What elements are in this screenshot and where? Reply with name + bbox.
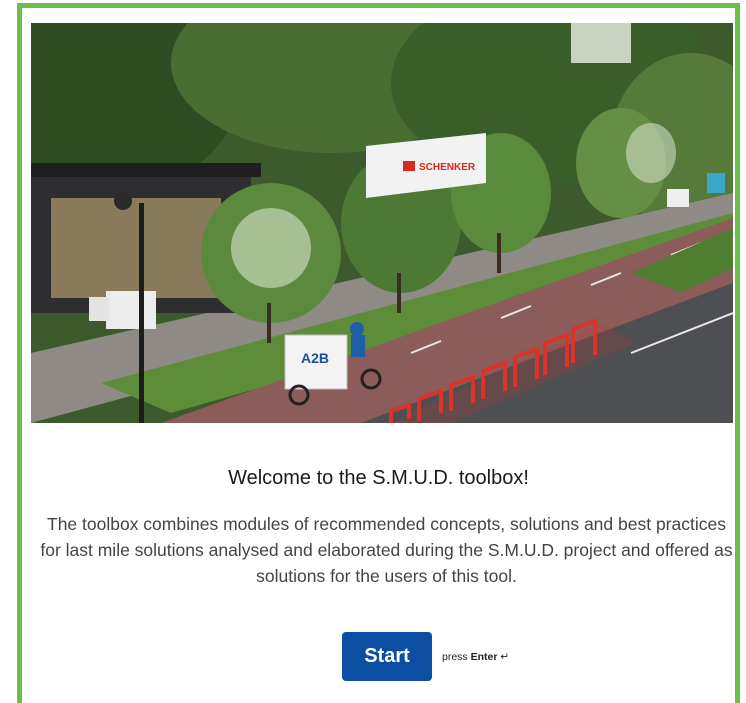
truck-logo-text: SCHENKER: [419, 162, 476, 173]
welcome-description: The toolbox combines modules of recommen…: [40, 514, 733, 586]
hint-prefix: press: [442, 651, 468, 663]
toolbox-welcome-frame: SCHENKER A2B Welcome to the S.M.U.D. too…: [17, 3, 740, 703]
start-button[interactable]: Start: [342, 632, 432, 681]
welcome-title: Welcome to the S.M.U.D. toolbox!: [228, 467, 529, 489]
keyboard-hint: press Enter ↵: [442, 651, 509, 663]
hero-image-cargo-bikes: SCHENKER A2B: [31, 23, 733, 423]
hint-key: Enter: [470, 651, 498, 663]
enter-key-icon: ↵: [500, 651, 510, 663]
bike-logo-text: A2B: [301, 350, 329, 366]
